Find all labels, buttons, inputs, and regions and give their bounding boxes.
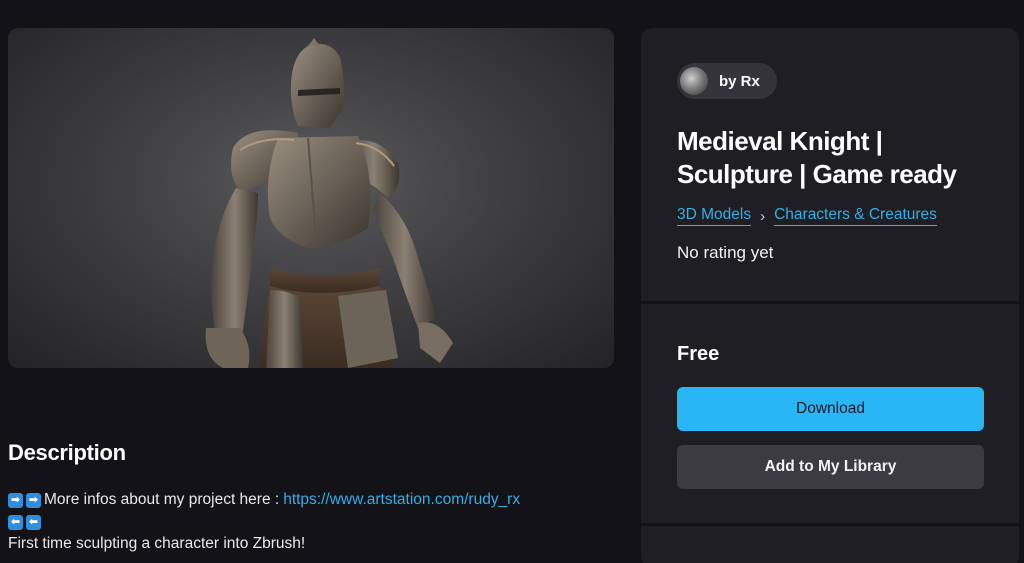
author-avatar [680,67,708,95]
product-title: Medieval Knight | Sculpture | Game ready [677,125,1007,191]
knight-render-image [205,38,453,368]
price-label: Free [677,343,720,365]
author-name: by Rx [719,72,760,90]
right-arrow-icon: ➡ [26,492,41,508]
description-line: ➡ ➡ More infos about my project here : h… [8,489,618,511]
description-heading: Description [8,440,126,465]
chevron-right-icon: › [760,207,766,225]
description-line: ⬅ ⬅ [8,511,618,533]
divider [641,301,1019,304]
breadcrumb-characters-creatures[interactable]: Characters & Creatures [774,206,937,226]
artstation-link[interactable]: https://www.artstation.com/rudy_rx [283,489,520,511]
left-arrow-icon: ⬅ [8,514,23,530]
product-info-panel: by Rx Medieval Knight | Sculpture | Game… [641,28,1019,563]
description-text: First time sculpting a character into Zb… [8,535,306,552]
rating-text: No rating yet [677,243,774,262]
right-arrow-icon: ➡ [8,492,23,508]
author-chip[interactable]: by Rx [677,63,777,99]
divider [641,523,1019,526]
model-preview[interactable] [8,28,614,368]
add-to-library-button[interactable]: Add to My Library [677,445,984,489]
product-title-line: Medieval Knight | [677,126,883,156]
description-text: More infos about my project here : [44,491,280,508]
description-body: ➡ ➡ More infos about my project here : h… [8,489,618,555]
breadcrumb: 3D Models › Characters & Creatures [677,206,937,226]
product-title-line: Sculpture | Game ready [677,159,957,189]
left-arrow-icon: ⬅ [26,514,41,530]
description-line: First time sculpting a character into Zb… [8,533,618,555]
download-button[interactable]: Download [677,387,984,431]
breadcrumb-3d-models[interactable]: 3D Models [677,206,752,226]
